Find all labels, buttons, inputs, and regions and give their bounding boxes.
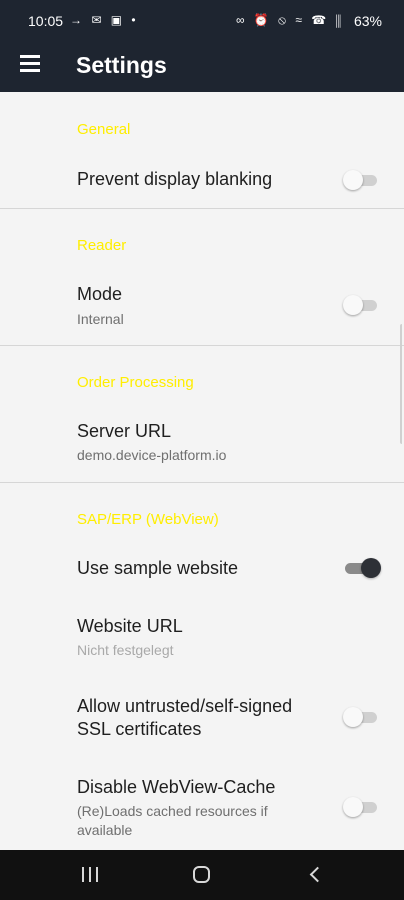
pref-summary: Nicht festgelegt bbox=[77, 642, 174, 658]
pref-prevent-display-blanking[interactable]: Prevent display blanking bbox=[0, 154, 404, 206]
allow-untrusted-ssl-switch[interactable] bbox=[343, 706, 377, 728]
hamburger-menu-icon[interactable] bbox=[20, 55, 42, 73]
page-title: Settings bbox=[76, 52, 167, 78]
use-sample-website-switch[interactable] bbox=[343, 557, 381, 579]
pref-summary: demo.device-platform.io bbox=[77, 447, 227, 463]
system-status-icons: ∞ ⏰ ⦸ ≈ ☎ ⫼ bbox=[236, 13, 345, 27]
pref-disable-webview-cache[interactable]: Disable WebView-Cache (Re)Loads cached r… bbox=[0, 768, 404, 846]
pref-title: Use sample website bbox=[77, 558, 239, 578]
pref-title-line1: Allow untrusted/self-signed bbox=[77, 696, 293, 716]
settings-list: General Prevent display blanking Reader … bbox=[0, 92, 404, 850]
pref-summary-line2: available bbox=[77, 822, 133, 838]
pref-title: Server URL bbox=[77, 421, 172, 441]
status-bar: 10:05 → ✉ ▣ • ∞ ⏰ ⦸ ≈ ☎ ⫼ 63% bbox=[0, 0, 404, 42]
back-icon[interactable] bbox=[306, 864, 326, 886]
app-bar: Settings bbox=[0, 42, 404, 92]
pref-title: Disable WebView-Cache bbox=[77, 777, 276, 797]
divider bbox=[0, 482, 404, 483]
pref-title: Website URL bbox=[77, 616, 183, 636]
notification-icons: → ✉ ▣ • bbox=[70, 13, 139, 27]
section-header-order-processing: Order Processing bbox=[77, 374, 194, 391]
divider bbox=[0, 208, 404, 209]
pref-title: Prevent display blanking bbox=[77, 169, 273, 189]
pref-summary: Internal bbox=[77, 311, 124, 327]
disable-webview-cache-switch[interactable] bbox=[343, 796, 377, 818]
recent-apps-icon[interactable] bbox=[80, 864, 100, 886]
pref-mode[interactable]: Mode Internal bbox=[0, 272, 404, 338]
section-header-general: General bbox=[77, 121, 131, 138]
pref-title: Mode bbox=[77, 284, 123, 304]
pref-title-line2: SSL certificates bbox=[77, 719, 202, 739]
divider bbox=[0, 345, 404, 346]
pref-summary-line1: (Re)Loads cached resources if bbox=[77, 803, 268, 819]
section-header-sap-erp-webview: SAP/ERP (WebView) bbox=[77, 511, 219, 528]
pref-server-url[interactable]: Server URL demo.device-platform.io bbox=[0, 410, 404, 476]
section-header-reader: Reader bbox=[77, 237, 127, 254]
scroll-indicator[interactable] bbox=[400, 324, 404, 444]
pref-use-sample-website[interactable]: Use sample website bbox=[0, 544, 404, 594]
battery-level: 63% bbox=[353, 13, 382, 29]
mode-switch[interactable] bbox=[343, 294, 377, 316]
pref-website-url[interactable]: Website URL Nicht festgelegt bbox=[0, 606, 404, 666]
system-nav-bar bbox=[0, 850, 404, 900]
status-time: 10:05 bbox=[28, 13, 64, 29]
pref-allow-untrusted-ssl[interactable]: Allow untrusted/self-signed SSL certific… bbox=[0, 686, 404, 746]
home-icon[interactable] bbox=[192, 864, 212, 886]
prevent-display-blanking-switch[interactable] bbox=[343, 169, 377, 191]
